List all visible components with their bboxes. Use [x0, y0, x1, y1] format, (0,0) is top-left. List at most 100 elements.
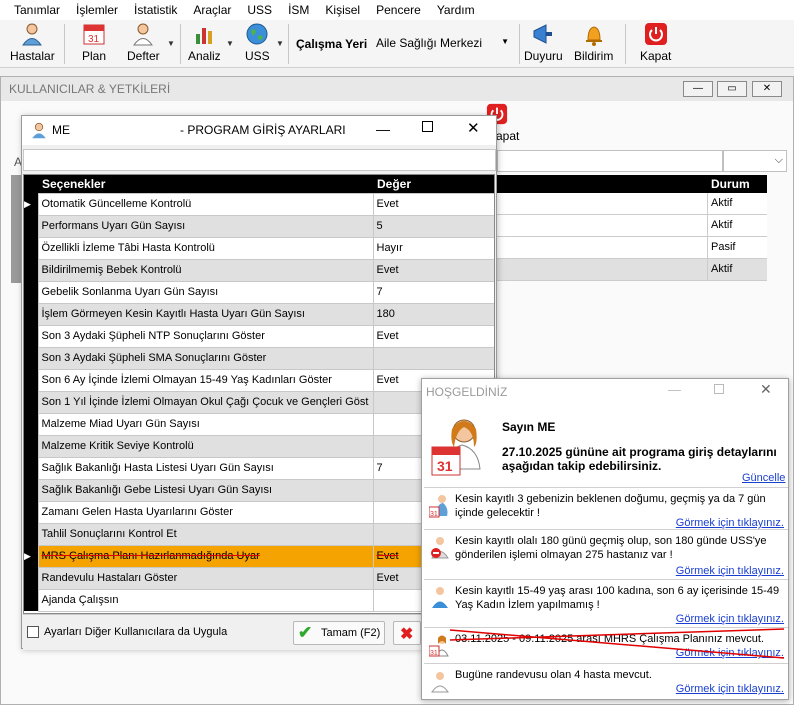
- ok-button[interactable]: ✔ Tamam (F2): [293, 621, 385, 645]
- row-indicator[interactable]: [24, 369, 38, 391]
- notification-text: Bugüne randevusu olan 4 hasta mevcut.: [455, 669, 652, 681]
- notification-link[interactable]: Görmek için tıklayınız.: [676, 517, 784, 529]
- bell-icon: [585, 26, 602, 46]
- close-icon: ✖: [400, 626, 414, 643]
- setting-value[interactable]: Evet: [372, 192, 494, 216]
- row-indicator[interactable]: [24, 501, 38, 523]
- setting-value[interactable]: Hayır: [372, 236, 494, 260]
- notification-text: Kesin kayıtlı 3 gebenizin beklenen doğum…: [455, 493, 766, 519]
- duyuru-button[interactable]: Duyuru: [524, 22, 563, 63]
- refresh-link[interactable]: Güncelle: [742, 472, 785, 484]
- row-indicator[interactable]: [24, 391, 38, 413]
- setting-value[interactable]: 7: [372, 280, 494, 304]
- doctor-calendar-icon: 31: [431, 419, 481, 476]
- table-row[interactable]: Gebelik Sonlanma Uyarı Gün Sayısı 7: [24, 280, 494, 304]
- globe-icon: [246, 23, 268, 45]
- defter-button[interactable]: Defter: [127, 22, 160, 63]
- row-indicator[interactable]: [24, 589, 38, 611]
- setting-label: Özellikli İzleme Tâbi Hasta Kontrolü: [37, 236, 374, 260]
- table-row[interactable]: Aktif: [495, 193, 767, 215]
- filter-select[interactable]: ⌵: [723, 150, 787, 172]
- workplace-label: Çalışma Yeri: [296, 37, 368, 51]
- row-indicator[interactable]: ▶: [24, 193, 38, 215]
- menu-yardim[interactable]: Yardım: [429, 3, 483, 17]
- users-window-title: KULLANICILAR & YETKİLERİ: [9, 82, 171, 96]
- menu-pencere[interactable]: Pencere: [368, 3, 429, 17]
- row-indicator[interactable]: ▶: [24, 545, 38, 567]
- chevron-down-icon[interactable]: ▼: [167, 39, 175, 48]
- filter-input[interactable]: [497, 150, 723, 172]
- table-row[interactable]: İşlem Görmeyen Kesin Kayıtlı Hasta Uyarı…: [24, 302, 494, 326]
- minimize-button[interactable]: —: [668, 382, 681, 397]
- maximize-button[interactable]: [422, 121, 433, 132]
- close-button[interactable]: ✕: [752, 81, 782, 97]
- row-indicator[interactable]: [24, 237, 38, 259]
- row-indicator[interactable]: [24, 281, 38, 303]
- notification-link[interactable]: Görmek için tıklayınız.: [676, 565, 784, 577]
- row-indicator[interactable]: [24, 259, 38, 281]
- close-button[interactable]: ✕: [467, 119, 480, 137]
- analiz-button[interactable]: Analiz: [188, 22, 221, 63]
- table-row[interactable]: Son 3 Aydaki Şüpheli SMA Sonuçlarını Gös…: [24, 346, 494, 370]
- popup-title: HOŞGELDİNİZ: [426, 385, 508, 399]
- row-indicator[interactable]: [24, 435, 38, 457]
- maximize-button[interactable]: ▭: [717, 81, 747, 97]
- row-indicator[interactable]: [24, 413, 38, 435]
- setting-value[interactable]: 180: [372, 302, 494, 326]
- table-row[interactable]: Bildirilmemiş Bebek Kontrolü Evet: [24, 258, 494, 282]
- setting-value[interactable]: Evet: [372, 258, 494, 282]
- notification-link[interactable]: Görmek için tıklayınız.: [676, 683, 784, 695]
- table-row[interactable]: Pasif: [495, 237, 767, 259]
- setting-label: Performans Uyarı Gün Sayısı: [37, 214, 374, 238]
- row-indicator[interactable]: [24, 347, 38, 369]
- table-row[interactable]: Son 3 Aydaki Şüpheli NTP Sonuçlarını Gös…: [24, 324, 494, 348]
- table-row[interactable]: Aktif: [495, 215, 767, 237]
- minimize-button[interactable]: —: [683, 81, 713, 97]
- strike-through-marks: [449, 628, 785, 659]
- minimize-button[interactable]: —: [376, 121, 390, 137]
- row-indicator[interactable]: [24, 303, 38, 325]
- kapat-button[interactable]: Kapat: [640, 22, 671, 63]
- table-row[interactable]: Aktif: [495, 259, 767, 281]
- row-indicator[interactable]: [24, 567, 38, 589]
- bildirim-button[interactable]: Bildirim: [574, 22, 613, 63]
- setting-value[interactable]: Evet: [372, 324, 494, 348]
- users-durum-column: Aktif Aktif Pasif Aktif: [495, 193, 767, 281]
- menu-araclar[interactable]: Araçlar: [185, 3, 239, 17]
- menu-ism[interactable]: İSM: [280, 3, 317, 17]
- setting-label: Otomatik Güncelleme Kontrolü: [37, 192, 374, 216]
- chevron-down-icon[interactable]: ▼: [276, 39, 284, 48]
- menu-istatistik[interactable]: İstatistik: [126, 3, 185, 17]
- row-indicator[interactable]: [24, 523, 38, 545]
- maximize-button[interactable]: [714, 384, 724, 394]
- setting-label: İşlem Görmeyen Kesin Kayıtlı Hasta Uyarı…: [37, 302, 374, 326]
- doctor-icon: [133, 23, 154, 46]
- notification-link[interactable]: Görmek için tıklayınız.: [676, 613, 784, 625]
- close-button[interactable]: ✕: [760, 381, 772, 398]
- menu-tanimlar[interactable]: Tanımlar: [6, 3, 68, 17]
- setting-value[interactable]: [372, 346, 494, 370]
- apply-all-checkbox[interactable]: [27, 626, 39, 638]
- plan-button[interactable]: 31 Plan: [82, 22, 106, 63]
- row-indicator[interactable]: [24, 457, 38, 479]
- workplace-select[interactable]: Aile Sağlığı Merkezi ▼: [370, 32, 513, 54]
- uss-button[interactable]: USS: [245, 22, 270, 63]
- row-indicator[interactable]: [24, 325, 38, 347]
- table-row[interactable]: Performans Uyarı Gün Sayısı 5: [24, 214, 494, 238]
- table-row[interactable]: ▶ Otomatik Güncelleme Kontrolü Evet: [24, 192, 494, 216]
- row-indicator[interactable]: [24, 479, 38, 501]
- separator: [288, 24, 289, 64]
- cancel-button[interactable]: ✖: [393, 621, 421, 645]
- chevron-down-icon[interactable]: ▼: [226, 39, 234, 48]
- setting-value[interactable]: 5: [372, 214, 494, 238]
- table-row[interactable]: Özellikli İzleme Tâbi Hasta Kontrolü Hayı…: [24, 236, 494, 260]
- setting-label: Tahlil Sonuçlarını Kontrol Et: [37, 522, 374, 546]
- pregnant-calendar-icon: 31: [429, 495, 448, 518]
- menu-uss[interactable]: USS: [239, 3, 280, 17]
- dialog-search-input[interactable]: [23, 149, 496, 171]
- greeting-info: 27.10.2025 gününe ait programa giriş det…: [502, 445, 777, 473]
- menu-islemler[interactable]: İşlemler: [68, 3, 126, 17]
- row-indicator[interactable]: [24, 215, 38, 237]
- menu-kisisel[interactable]: Kişisel: [317, 3, 368, 17]
- hastalar-button[interactable]: Hastalar: [10, 22, 55, 63]
